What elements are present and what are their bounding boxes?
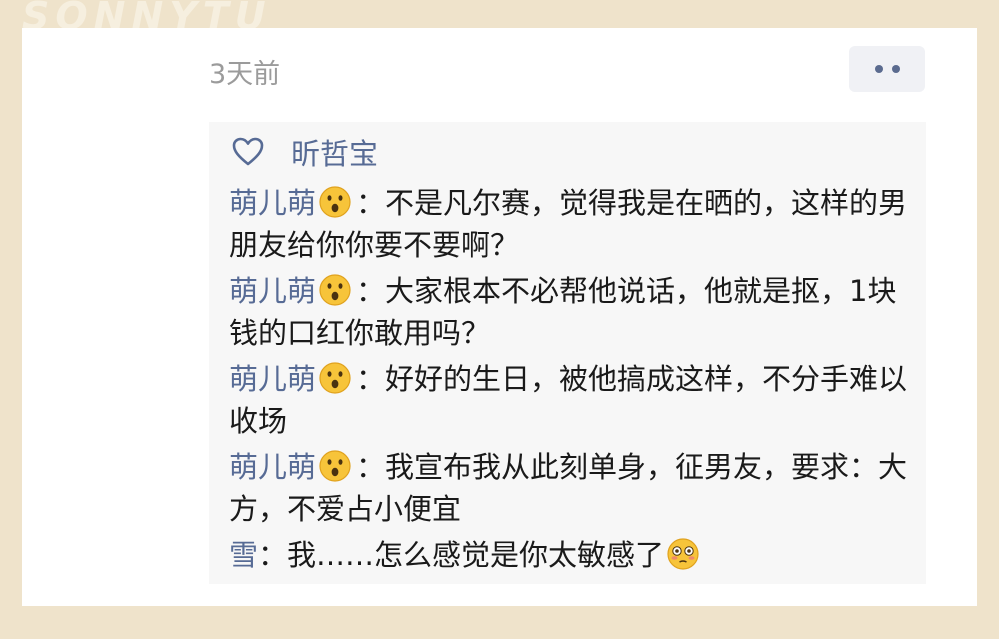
comment-author[interactable]: 雪 bbox=[229, 538, 258, 572]
comment-item[interactable]: 萌儿萌 ：不是凡尔赛，觉得我是在晒的，这样的男朋友给你你要不要啊？ bbox=[229, 182, 909, 266]
liker-name[interactable]: 昕哲宝 bbox=[291, 131, 378, 173]
surprised-face-icon bbox=[319, 450, 351, 482]
comment-author[interactable]: 萌儿萌 bbox=[229, 450, 316, 484]
comment-author[interactable]: 萌儿萌 bbox=[229, 274, 316, 308]
heart-icon bbox=[232, 137, 264, 166]
more-actions-button[interactable] bbox=[849, 46, 925, 92]
comment-item[interactable]: 萌儿萌 ：大家根本不必帮他说话，他就是抠，1块钱的口红你敢用吗？ bbox=[229, 270, 909, 354]
post-timestamp: 3天前 bbox=[209, 59, 281, 90]
comment-item[interactable]: 萌儿萌 ：好好的生日，被他搞成这样，不分手难以收场 bbox=[229, 358, 909, 442]
comment-separator: ： bbox=[258, 538, 288, 572]
comment-item[interactable]: 雪：我……怎么感觉是你太敏感了 bbox=[229, 534, 909, 576]
comment-text: 我……怎么感觉是你太敏感了 bbox=[287, 538, 665, 572]
comment-list: 萌儿萌 ：不是凡尔赛，觉得我是在晒的，这样的男朋友给你你要不要啊？ 萌儿萌 ：大家根… bbox=[229, 182, 909, 580]
likes-row: 昕哲宝 bbox=[231, 132, 378, 172]
comment-section: 昕哲宝 萌儿萌 ：不是凡尔赛，觉得我是在晒的，这样的男朋友给你你要不要啊？ 萌儿萌… bbox=[209, 122, 926, 584]
comment-author[interactable]: 萌儿萌 bbox=[229, 186, 316, 220]
comment-separator: ： bbox=[356, 274, 386, 308]
comment-separator: ： bbox=[356, 186, 386, 220]
more-dots-icon bbox=[874, 65, 883, 73]
surprised-face-icon bbox=[319, 274, 351, 306]
comment-separator: ： bbox=[356, 450, 386, 484]
flushed-face-icon bbox=[667, 538, 699, 570]
more-dots-icon bbox=[891, 65, 900, 73]
comment-item[interactable]: 萌儿萌 ：我宣布我从此刻单身，征男友，要求：大方，不爱占小便宜 bbox=[229, 446, 909, 530]
comment-author[interactable]: 萌儿萌 bbox=[229, 362, 316, 396]
surprised-face-icon bbox=[319, 362, 351, 394]
surprised-face-icon bbox=[319, 186, 351, 218]
comment-separator: ： bbox=[356, 362, 386, 396]
